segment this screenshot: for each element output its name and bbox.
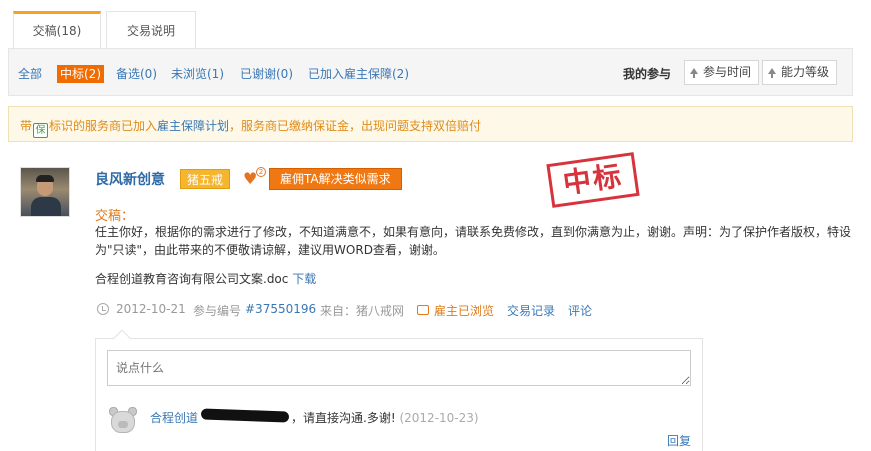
filter-thanked[interactable]: 已谢谢(0) (240, 65, 293, 83)
arrow-up-icon (690, 68, 698, 78)
hire-similar-button[interactable]: 雇佣TA解决类似需求 (269, 168, 402, 190)
winning-stamp: 中标 (546, 152, 640, 208)
filter-bar: 全部 中标(2) 备选(0) 未浏览(1) 已谢谢(0) 已加入雇主保障(2) … (8, 48, 853, 96)
ref-label: 参与编号 (193, 304, 242, 318)
attachment-filename: 合程创道教育咨询有限公司文案.doc (95, 272, 289, 286)
notice-part1: 标识的服务商已加入 (49, 119, 158, 133)
comment-link[interactable]: 评论 (568, 302, 592, 319)
ref-number[interactable]: #37550196 (245, 302, 316, 316)
protection-plan-link[interactable]: 雇主保障计划 (157, 119, 229, 133)
filter-unviewed[interactable]: 未浏览(1) (171, 65, 224, 83)
filter-winning[interactable]: 中标(2) (57, 65, 104, 83)
clock-icon (97, 303, 109, 315)
commenter-name[interactable]: 合程创道 (150, 409, 198, 426)
comment-text: ，请直接沟通.多谢! (2012-10-23) (291, 409, 479, 426)
browsed-icon (417, 305, 429, 315)
filter-shortlist[interactable]: 备选(0) (116, 65, 157, 83)
tab-submissions[interactable]: 交稿(18) (13, 11, 101, 49)
commenter-avatar[interactable] (108, 407, 138, 437)
filter-all[interactable]: 全部 (18, 65, 42, 83)
submission-date: 2012-10-21 (116, 302, 186, 316)
employer-viewed: 雇主已浏览 (434, 304, 495, 318)
comment-date: (2012-10-23) (399, 411, 479, 425)
comment-body: ，请直接沟通.多谢! (291, 411, 396, 425)
protection-notice: 带保标识的服务商已加入雇主保障计划，服务商已缴纳保证金，出现问题支持双倍赔付 (8, 106, 853, 142)
sort-by-time-button[interactable]: 参与时间 (684, 60, 760, 85)
my-participation-label: 我的参与 (623, 67, 672, 81)
sort-by-level-button[interactable]: 能力等级 (762, 60, 838, 85)
submission-content: 任主你好，根据你的需求进行了修改，不知道满意不，如果有意向，请联系免费修改，直到… (95, 225, 852, 257)
comment-panel: 合程创道 ，请直接沟通.多谢! (2012-10-23) 回复 (95, 329, 703, 451)
source-text: 来自：猪八戒网 (320, 304, 405, 318)
username[interactable]: 良风新创意 (95, 169, 165, 189)
submission-label: 交稿： (95, 209, 135, 224)
avatar[interactable] (20, 167, 70, 217)
sort-by-time-label: 参与时间 (703, 65, 752, 79)
notice-prefix: 带 (20, 119, 33, 133)
arrow-up-icon (768, 68, 776, 78)
heart-count: 2 (256, 167, 266, 177)
transaction-records-link[interactable]: 交易记录 (507, 302, 555, 319)
sort-by-level-label: 能力等级 (781, 65, 830, 79)
notice-text: 带保标识的服务商已加入雇主保障计划，服务商已缴纳保证金，出现问题支持双倍赔付 (20, 117, 481, 138)
redaction-mark (200, 408, 290, 423)
tab-transaction-info[interactable]: 交易说明 (106, 11, 196, 49)
comment-input[interactable] (107, 350, 691, 386)
level-badge: 猪五戒 (180, 169, 231, 189)
reply-link[interactable]: 回复 (667, 432, 691, 449)
filter-employer-protection[interactable]: 已加入雇主保障(2) (308, 65, 409, 83)
notice-part2: ，服务商已缴纳保证金，出现问题支持双倍赔付 (229, 119, 482, 133)
protection-badge-icon: 保 (33, 123, 49, 138)
attachment: 合程创道教育咨询有限公司文案.doc 下载 (95, 270, 316, 287)
download-link[interactable]: 下载 (292, 272, 316, 286)
heart-icon: ♥ 2 (243, 167, 266, 188)
